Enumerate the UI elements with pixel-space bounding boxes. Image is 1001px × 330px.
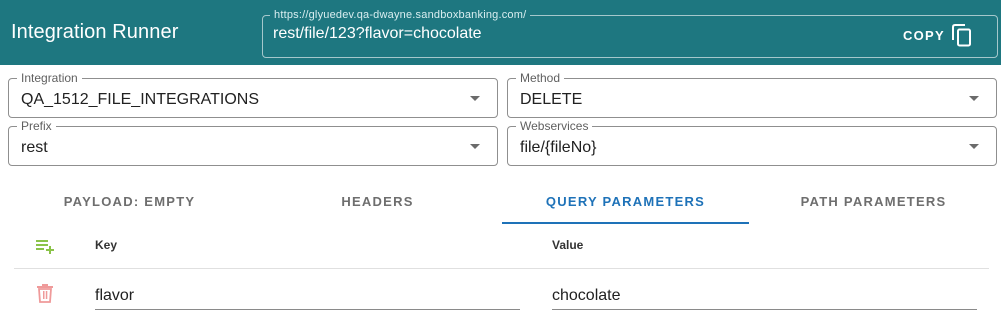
copy-button-label: COPY: [902, 27, 945, 43]
trash-icon: [37, 284, 53, 303]
webservices-value: file/{fileNo}: [520, 139, 597, 156]
prefix-value: rest: [21, 139, 48, 156]
method-label: Method: [516, 71, 565, 85]
column-header-key: Key: [95, 238, 118, 252]
method-value: DELETE: [520, 91, 583, 108]
column-header-value: Value: [552, 238, 584, 252]
copy-button[interactable]: COPY: [903, 22, 972, 48]
param-value-input[interactable]: chocolate: [552, 286, 977, 310]
param-key-input[interactable]: flavor: [95, 286, 520, 310]
tab-query-parameters[interactable]: QUERY PARAMETERS: [502, 178, 749, 224]
method-select[interactable]: Method DELETE: [507, 71, 997, 118]
prefix-select[interactable]: Prefix rest: [8, 119, 498, 166]
table-row: flavor chocolate: [14, 270, 989, 320]
caret-down-icon: [470, 96, 480, 101]
tab-path-parameters[interactable]: PATH PARAMETERS: [750, 178, 997, 224]
webservices-label: Webservices: [516, 119, 593, 133]
playlist-add-icon: [36, 240, 54, 254]
webservices-select[interactable]: Webservices file/{fileNo}: [507, 119, 997, 166]
app-title: Integration Runner: [11, 21, 179, 43]
copy-icon: [952, 23, 972, 47]
caret-down-icon: [969, 96, 979, 101]
parameter-tabs: PAYLOAD: EMPTY HEADERS QUERY PARAMETERS …: [0, 178, 1001, 226]
add-row-button[interactable]: [34, 235, 56, 257]
prefix-label: Prefix: [17, 119, 56, 133]
delete-row-button[interactable]: [36, 283, 54, 303]
tab-headers[interactable]: HEADERS: [254, 178, 501, 224]
url-field[interactable]: https://glyuedev.qa-dwayne.sandboxbankin…: [262, 9, 998, 58]
integration-label: Integration: [17, 71, 82, 85]
active-tab-indicator: [502, 222, 749, 224]
caret-down-icon: [470, 144, 480, 149]
app-header: Integration Runner https://glyuedev.qa-d…: [0, 0, 1001, 65]
integration-select[interactable]: Integration QA_1512_FILE_INTEGRATIONS: [8, 71, 498, 118]
url-base-label: https://glyuedev.qa-dwayne.sandboxbankin…: [270, 9, 531, 21]
integration-value: QA_1512_FILE_INTEGRATIONS: [21, 91, 260, 108]
params-table-header: Key Value: [14, 229, 989, 269]
caret-down-icon: [969, 144, 979, 149]
tab-payload[interactable]: PAYLOAD: EMPTY: [6, 178, 253, 224]
url-path-value[interactable]: rest/file/123?flavor=chocolate: [273, 25, 482, 43]
